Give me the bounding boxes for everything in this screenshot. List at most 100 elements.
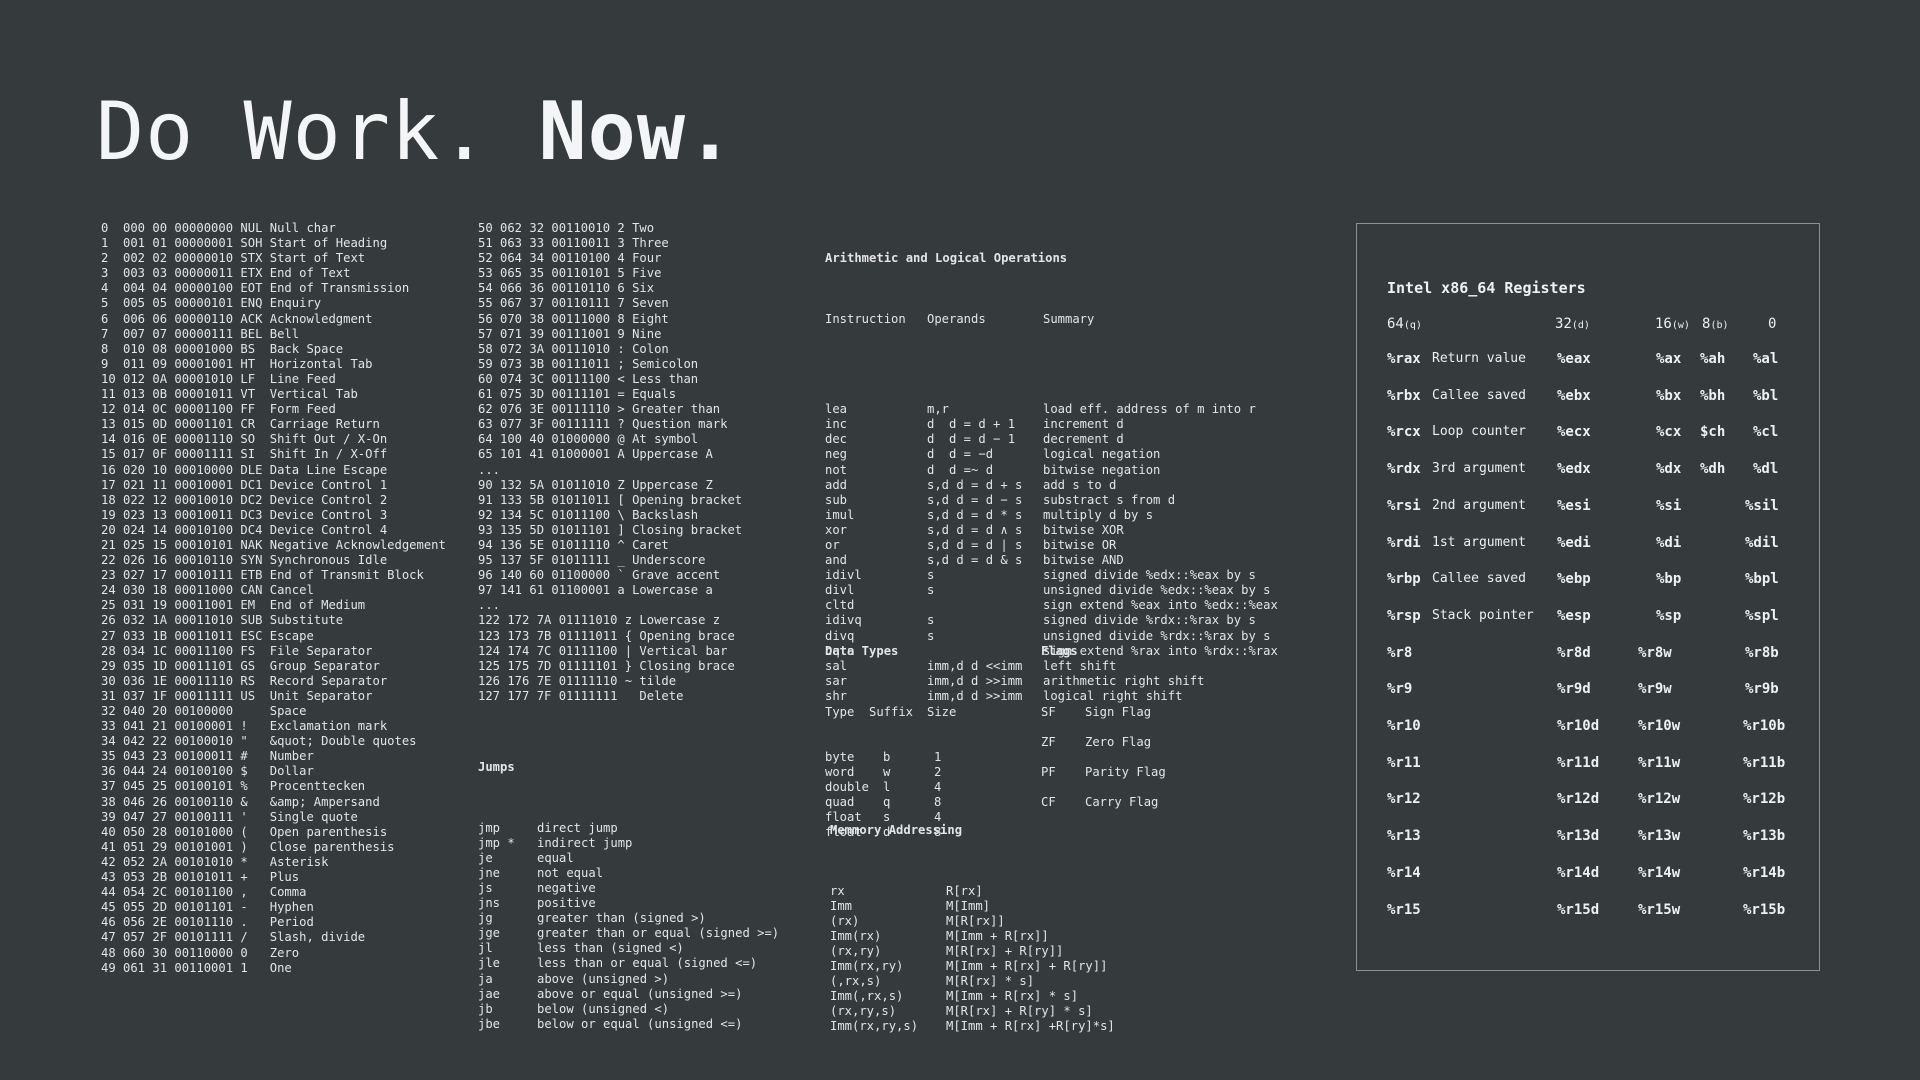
memory-list: rx R[rx] Imm M[Imm] (rx) M[R[rx]] Imm(rx) M[Imm…	[830, 884, 1115, 1035]
ascii-row: ...	[478, 598, 501, 613]
arith-operands: s,d d = d | s	[927, 537, 1023, 552]
ascii-row: 62 076 3E 00111110 > Greater than	[478, 402, 721, 417]
registers-col-32-suffix: (d)	[1571, 320, 1590, 331]
register-32: %r12d	[1557, 791, 1600, 808]
memory-value: M[R[rx] * s]	[946, 974, 1035, 989]
arith-row: dec d d = d − 1 decrement d	[825, 432, 1278, 447]
jump-mnemonic: jg	[478, 911, 493, 926]
jump-description: greater than (signed >)	[537, 911, 706, 926]
jump-description: positive	[537, 896, 596, 911]
register-64: %rdi	[1387, 534, 1421, 551]
jump-description: negative	[537, 880, 596, 895]
ascii-row: 17 021 11 00010001 DC1 Device Control 1	[101, 477, 388, 492]
page-title: Do Work. Now.	[96, 82, 735, 182]
register-16: %r12w	[1638, 791, 1681, 808]
arith-operands: s,d d = d + s	[927, 477, 1023, 492]
ascii-row: 61 075 3D 00111101 = Equals	[478, 387, 677, 402]
flag-row: PF Parity Flag	[1041, 765, 1166, 780]
arith-instruction: lea	[825, 402, 848, 417]
arith-summary: increment d	[1043, 417, 1124, 432]
ascii-row: 6 006 06 00000110 ACK Acknowledgment	[101, 311, 373, 326]
ascii-row: 20 024 14 00010100 DC4 Device Control 4	[101, 522, 388, 537]
flag-name: Parity Flag	[1085, 764, 1166, 779]
register-32: %r9d	[1557, 681, 1591, 698]
arith-operands: s,d d = d * s	[927, 507, 1023, 522]
register-16: %r10w	[1638, 718, 1681, 734]
jump-mnemonic: jmp	[478, 820, 501, 835]
memory-value: M[Imm + R[rx] +R[ry]*s]	[946, 1019, 1115, 1034]
register-32: %r11d	[1557, 754, 1600, 771]
register-32: %edi	[1557, 534, 1591, 551]
register-description: Callee saved	[1432, 571, 1526, 587]
register-description: 2nd argument	[1432, 497, 1526, 513]
arith-instruction: idivl	[825, 568, 862, 583]
jump-row: js negative	[478, 881, 779, 896]
register-16: %r13w	[1638, 828, 1681, 845]
ascii-row: 11 013 0B 00001011 VT Vertical Tab	[101, 387, 358, 402]
ascii-row: 28 034 1C 00011100 FS File Separator	[101, 643, 373, 658]
arith-summary: substract s from d	[1043, 492, 1176, 507]
arith-instruction: sub	[825, 492, 848, 507]
ascii-row: 92 134 5C 01011100 \ Backslash	[478, 507, 699, 522]
ascii-row: 14 016 0E 00001110 SO Shift Out / X-On	[101, 432, 388, 447]
register-64: %r9	[1387, 681, 1413, 698]
flag-code: ZF	[1041, 734, 1056, 749]
arith-row: add s,d d = d + s add s to d	[825, 478, 1278, 493]
data-type-size: 1	[934, 749, 942, 764]
register-8-high: %ah	[1700, 351, 1726, 367]
flag-name: Zero Flag	[1085, 734, 1152, 749]
ascii-row: 37 045 25 00100101 % Procenttecken	[101, 779, 366, 794]
memory-form: (rx,ry,s)	[830, 1004, 897, 1019]
registers-col-16-suffix: (w)	[1671, 320, 1690, 331]
arith-summary: logical negation	[1043, 447, 1161, 462]
ascii-row: 32 040 20 00100000 Space	[101, 704, 307, 718]
jumps-list: jmp direct jump jmp * indirect jump je equal j…	[478, 821, 779, 1032]
arith-operands: d d =~ d	[927, 462, 994, 477]
arith-col-summary: Summary	[1043, 311, 1095, 326]
ascii-row: 22 026 16 00010110 SYN Synchronous Idle	[101, 553, 388, 568]
ascii-row: 27 033 1B 00011011 ESC Escape	[101, 628, 314, 643]
ascii-row: 46 056 2E 00101110 . Period	[101, 915, 314, 930]
register-16: %di	[1656, 534, 1682, 551]
jump-description: not equal	[537, 865, 604, 880]
memory-row: (rx,ry) M[R[rx] + R[ry]]	[830, 944, 1115, 959]
arith-instruction: cltd	[825, 598, 855, 613]
arith-summary: bitwise XOR	[1043, 522, 1124, 537]
flag-row: ZF Zero Flag	[1041, 735, 1166, 750]
arith-instruction: xor	[825, 522, 848, 537]
jump-row: jmp * indirect jump	[478, 836, 779, 851]
memory-row: rx R[rx]	[830, 884, 1115, 899]
jump-mnemonic: jle	[478, 956, 501, 971]
ascii-row: 65 101 41 01000001 A Uppercase A	[478, 447, 713, 462]
ascii-row: 8 010 08 00001000 BS Back Space	[101, 341, 344, 356]
arith-summary: add s to d	[1043, 477, 1117, 492]
flag-row: SF Sign Flag	[1041, 705, 1166, 720]
memory-addressing-section: Memmory Addressing rx R[rx] Imm M[Imm] (rx) M…	[830, 793, 1115, 1050]
register-64: %rcx	[1387, 424, 1421, 441]
register-16: %sp	[1656, 607, 1682, 624]
ascii-row: 26 032 1A 00011010 SUB Substitute	[101, 613, 344, 628]
ascii-row: 48 060 30 00110000 0 Zero	[101, 945, 300, 960]
arith-col-operands: Operands	[927, 311, 986, 326]
ascii-row: 127 177 7F 01111111 Delete	[478, 688, 684, 703]
registers-title: Intel x86_64 Registers	[1387, 279, 1586, 297]
registers-col-32-label: 32	[1555, 316, 1572, 332]
arith-operands	[927, 598, 1043, 613]
jumps-heading: Jumps	[478, 760, 515, 775]
register-64: %rbp	[1387, 571, 1421, 588]
arith-operands: s	[927, 583, 935, 598]
register-8-low: %r12b	[1743, 791, 1786, 808]
jump-row: jle less than or equal (signed <=)	[478, 956, 779, 971]
jump-row: jbe below or equal (unsigned <=)	[478, 1017, 779, 1032]
memory-value: M[Imm + R[rx] * s]	[946, 989, 1079, 1004]
ascii-row: 94 136 5E 01011110 ^ Caret	[478, 537, 669, 552]
ascii-row: 122 172 7A 01111010 z Lowercase z	[478, 613, 721, 628]
register-8-low: %dil	[1745, 534, 1779, 551]
ascii-row: 19 023 13 00010011 DC3 Device Control 3	[101, 507, 388, 522]
ascii-row: 31 037 1F 00011111 US Unit Separator	[101, 688, 373, 703]
ascii-table-col1: 0 000 00 00000000 NUL Null char 1 001 01 …	[101, 221, 446, 976]
ascii-row: 123 173 7B 01111011 { Opening brace	[478, 628, 735, 643]
register-8-low: %r13b	[1743, 828, 1786, 845]
ascii-row: 50 062 32 00110010 2 Two	[478, 221, 655, 235]
register-description: Stack pointer	[1432, 607, 1534, 623]
